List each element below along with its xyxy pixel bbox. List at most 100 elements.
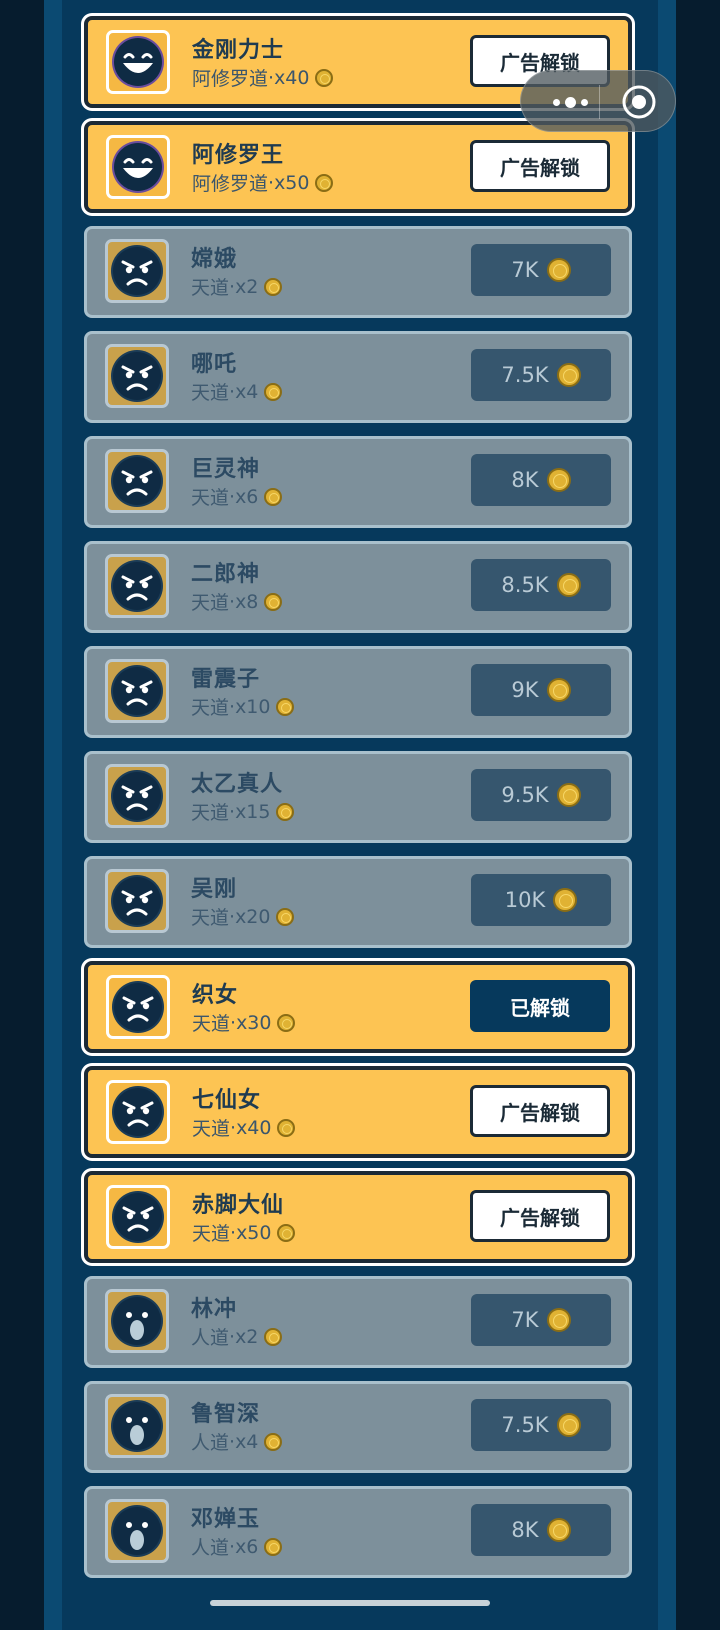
- laughing-face-icon: [112, 36, 164, 88]
- buy-button[interactable]: 7K: [471, 1294, 611, 1346]
- multiplier-label: x10: [235, 695, 271, 718]
- character-name: 七仙女: [192, 1088, 262, 1113]
- character-name: 哪吒: [191, 352, 238, 377]
- angry-face-icon: [111, 770, 163, 822]
- realm-multiplier: 阿修罗道 · x40: [192, 64, 334, 91]
- character-name: 金刚力士: [192, 38, 285, 63]
- character-card: 赤脚大仙 天道 · x50 广告解锁: [84, 1171, 632, 1263]
- ad-unlock-button[interactable]: 广告解锁: [470, 1190, 610, 1242]
- multiplier-label: x40: [236, 1116, 272, 1139]
- ad-unlock-button[interactable]: 广告解锁: [470, 140, 610, 192]
- coin-icon: [277, 1223, 296, 1242]
- shocked-face-icon: [111, 1295, 163, 1347]
- multiplier-label: x2: [235, 275, 259, 298]
- ad-unlock-button[interactable]: 广告解锁: [470, 1085, 610, 1137]
- realm-multiplier: 人道 · x4: [191, 1428, 283, 1455]
- realm-label: 天道: [191, 277, 230, 299]
- coin-icon: [556, 363, 581, 387]
- character-card: 七仙女 天道 · x40 广告解锁: [84, 1066, 632, 1158]
- avatar: [105, 659, 169, 723]
- avatar: [106, 975, 170, 1039]
- multiplier-label: x15: [235, 800, 271, 823]
- more-dots-icon[interactable]: [541, 87, 599, 117]
- unlocked-button[interactable]: 已解锁: [470, 980, 610, 1032]
- multiplier-label: x40: [274, 66, 310, 89]
- buy-button[interactable]: 8.5K: [471, 559, 611, 611]
- buy-button[interactable]: 10K: [471, 874, 611, 926]
- avatar: [105, 1394, 169, 1458]
- button-label: 8K: [511, 1518, 539, 1542]
- coin-icon: [546, 1518, 571, 1542]
- realm-label: 天道: [192, 1013, 231, 1035]
- target-close-icon[interactable]: [621, 84, 657, 120]
- angry-face-icon: [111, 560, 163, 612]
- button-label: 广告解锁: [500, 1205, 580, 1230]
- multiplier-label: x8: [235, 590, 259, 613]
- coin-icon: [264, 487, 283, 506]
- character-card: 林冲 人道 · x2 7K: [84, 1276, 632, 1368]
- coin-icon: [546, 258, 571, 282]
- coin-icon: [556, 1413, 581, 1437]
- realm-multiplier: 天道 · x2: [191, 273, 283, 300]
- coin-icon: [276, 907, 295, 926]
- character-name: 太乙真人: [191, 772, 284, 797]
- character-name: 嫦娥: [191, 247, 238, 272]
- realm-multiplier: 人道 · x2: [191, 1323, 283, 1350]
- button-label: 9.5K: [501, 783, 549, 807]
- button-label: 9K: [511, 678, 539, 702]
- realm-label: 天道: [191, 382, 230, 404]
- realm-multiplier: 天道 · x8: [191, 588, 283, 615]
- buy-button[interactable]: 8K: [471, 1504, 611, 1556]
- angry-face-icon: [111, 875, 163, 927]
- avatar: [105, 1289, 169, 1353]
- character-card: 二郎神 天道 · x8 8.5K: [84, 541, 632, 633]
- character-card: 太乙真人 天道 · x15 9.5K: [84, 751, 632, 843]
- coin-icon: [315, 68, 334, 87]
- buy-button[interactable]: 8K: [471, 454, 611, 506]
- realm-label: 天道: [191, 697, 230, 719]
- multiplier-label: x6: [235, 1535, 259, 1558]
- character-name: 二郎神: [191, 562, 261, 587]
- avatar: [105, 1499, 169, 1563]
- avatar: [105, 869, 169, 933]
- avatar: [106, 1185, 170, 1249]
- button-label: 8K: [511, 468, 539, 492]
- angry-face-icon: [112, 981, 164, 1033]
- button-label: 7.5K: [501, 1413, 549, 1437]
- character-name: 林冲: [191, 1297, 238, 1322]
- avatar: [105, 554, 169, 618]
- coin-icon: [264, 382, 283, 401]
- multiplier-label: x2: [235, 1325, 259, 1348]
- buy-button[interactable]: 9.5K: [471, 769, 611, 821]
- buy-button[interactable]: 7K: [471, 244, 611, 296]
- realm-multiplier: 天道 · x30: [192, 1009, 296, 1036]
- avatar: [106, 30, 170, 94]
- coin-icon: [277, 1013, 296, 1032]
- avatar: [105, 449, 169, 513]
- buy-button[interactable]: 9K: [471, 664, 611, 716]
- character-card: 哪吒 天道 · x4 7.5K: [84, 331, 632, 423]
- multiplier-label: x6: [235, 485, 259, 508]
- button-label: 广告解锁: [500, 155, 580, 180]
- buy-button[interactable]: 7.5K: [471, 349, 611, 401]
- realm-multiplier: 天道 · x6: [191, 483, 283, 510]
- coin-icon: [264, 277, 283, 296]
- character-card: 织女 天道 · x30 已解锁: [84, 961, 632, 1053]
- button-label: 广告解锁: [500, 1100, 580, 1125]
- multiplier-label: x30: [236, 1011, 272, 1034]
- character-name: 阿修罗王: [192, 143, 285, 168]
- realm-label: 人道: [191, 1432, 230, 1454]
- coin-icon: [556, 783, 581, 807]
- buy-button[interactable]: 7.5K: [471, 1399, 611, 1451]
- coin-icon: [277, 1118, 296, 1137]
- button-label: 7K: [511, 258, 539, 282]
- character-card: 巨灵神 天道 · x6 8K: [84, 436, 632, 528]
- angry-face-icon: [111, 455, 163, 507]
- coin-icon: [276, 802, 295, 821]
- realm-label: 人道: [191, 1537, 230, 1559]
- character-name: 鲁智深: [191, 1402, 261, 1427]
- coin-icon: [264, 1432, 283, 1451]
- realm-label: 人道: [191, 1327, 230, 1349]
- realm-multiplier: 阿修罗道 · x50: [192, 169, 334, 196]
- realm-label: 天道: [191, 802, 230, 824]
